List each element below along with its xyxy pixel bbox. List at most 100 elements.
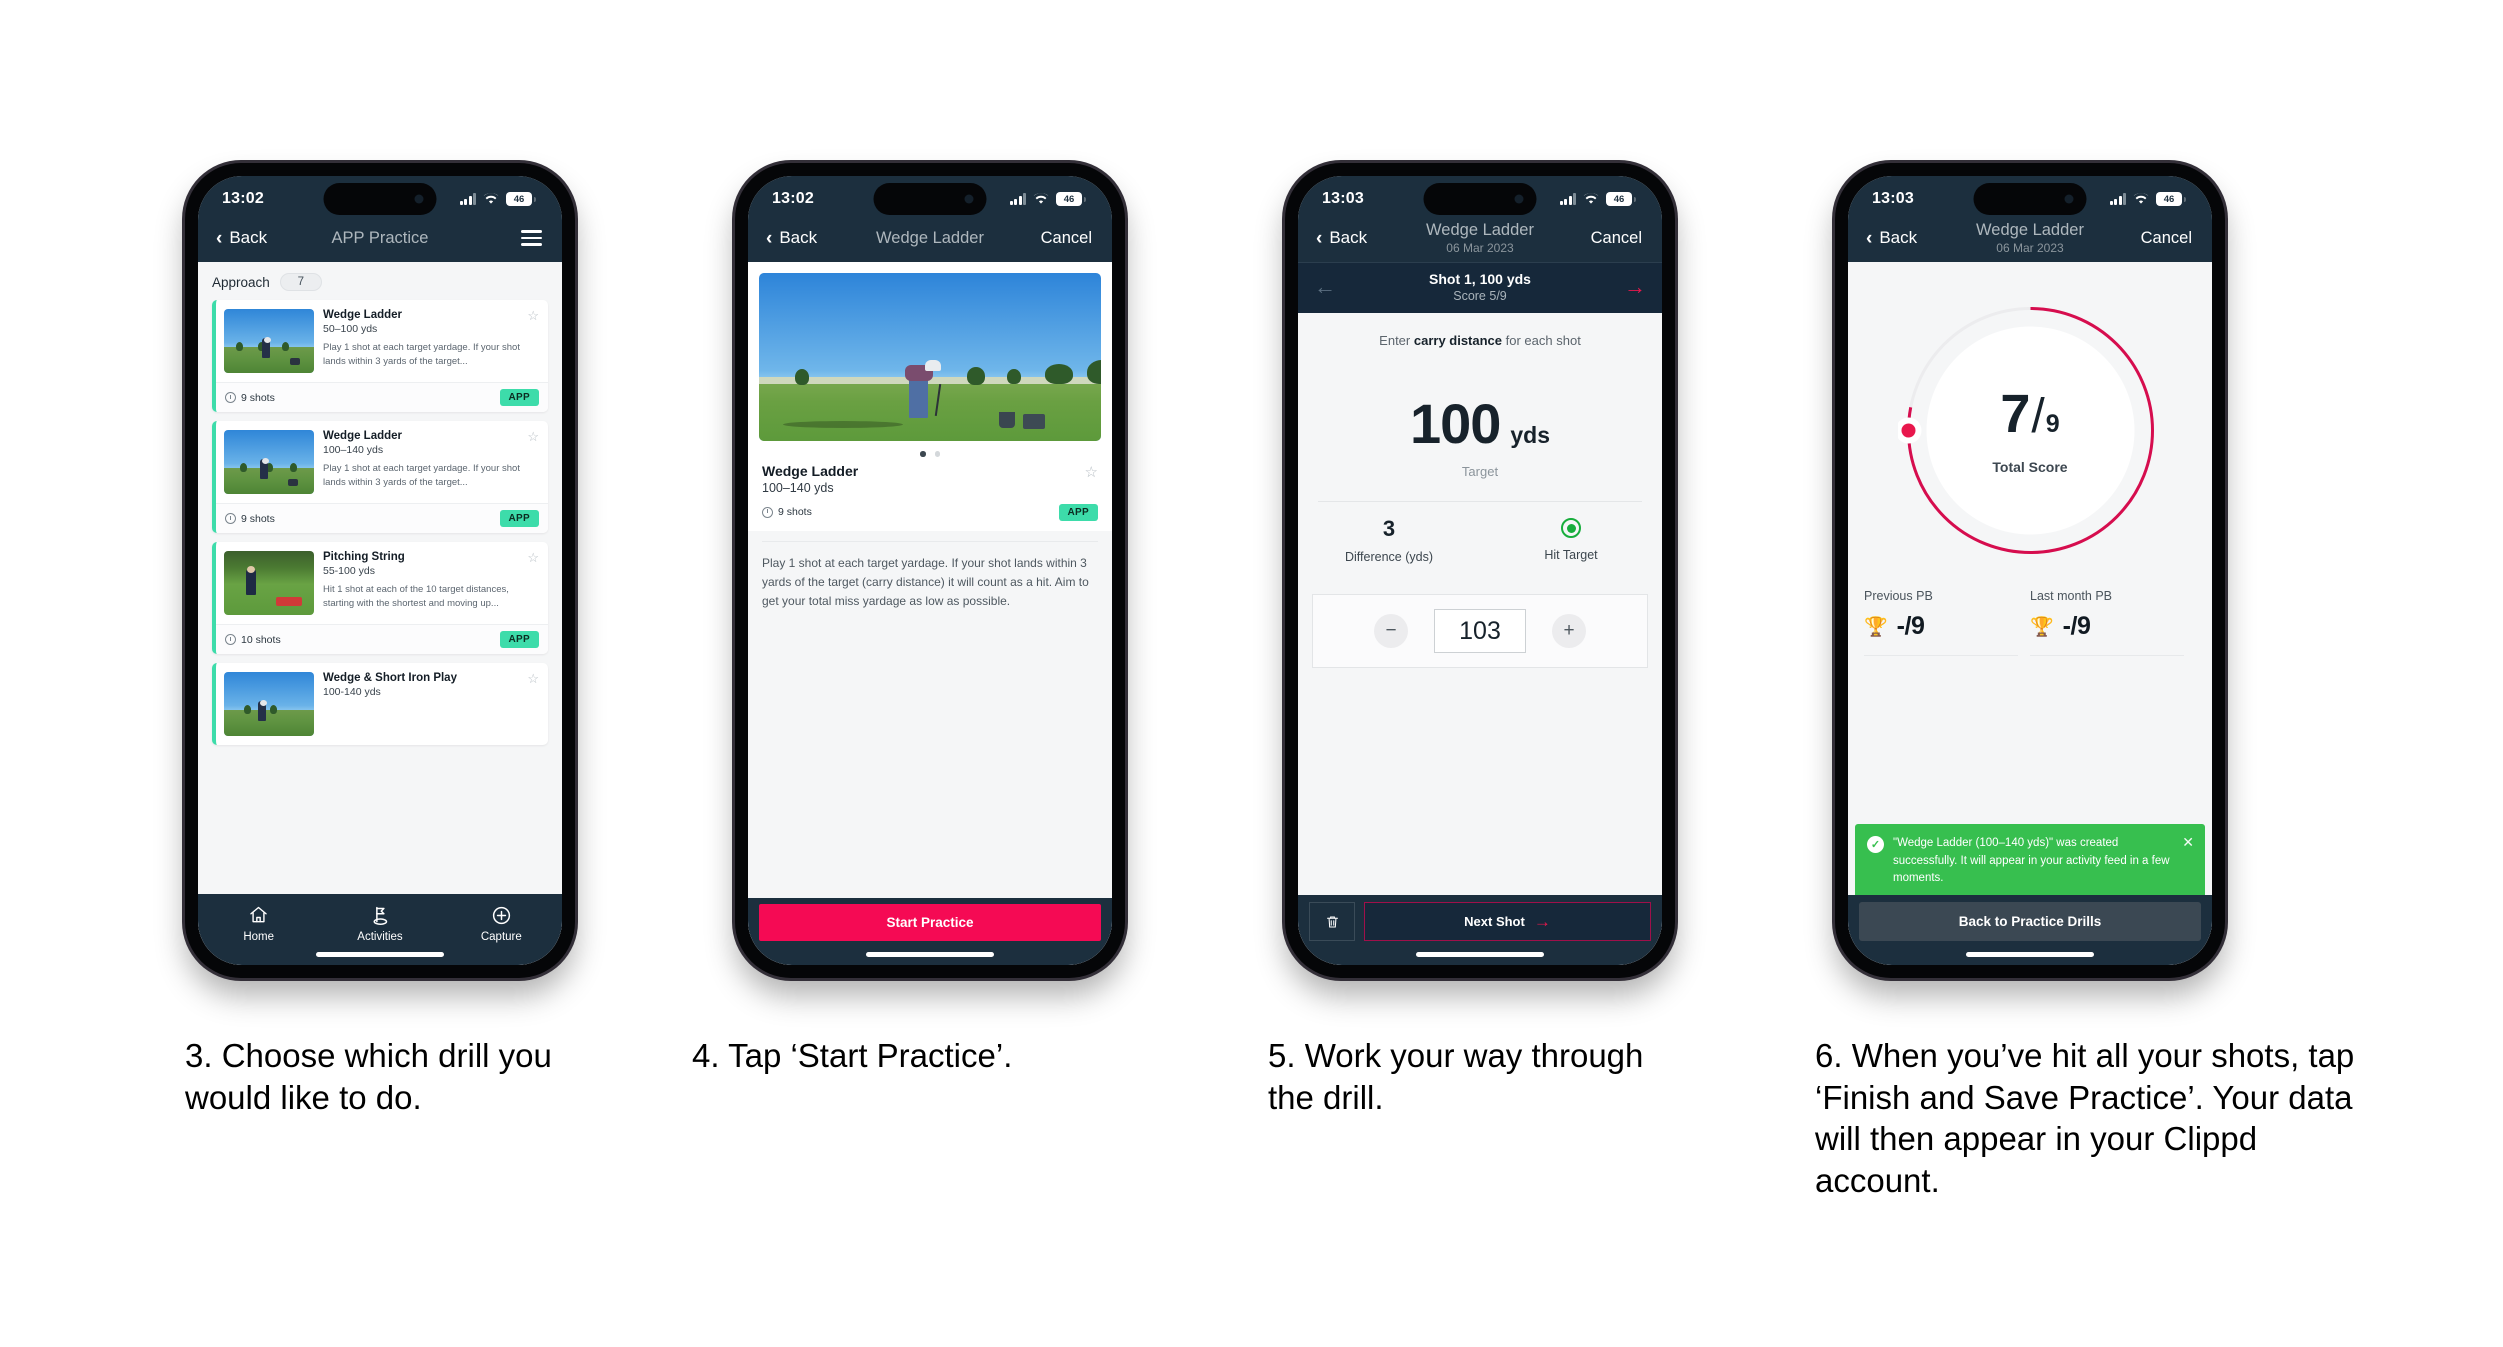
shots-count: 9 shots [225, 513, 275, 525]
list-item[interactable]: Wedge Ladder 100–140 yds Play 1 shot at … [212, 421, 548, 533]
cellular-signal-icon [1559, 193, 1576, 205]
drill-description: Play 1 shot at each target yardage. If y… [748, 541, 1112, 612]
shot-score: Score 5/9 [1453, 289, 1507, 303]
bottom-tab-bar: Home Activities Capture [198, 894, 562, 965]
score-fraction: 7 / 9 [2000, 387, 2059, 441]
back-to-practice-drills-button[interactable]: Back to Practice Drills [1859, 902, 2201, 941]
drill-range: 100–140 yds [762, 480, 834, 495]
status-time: 13:03 [1322, 190, 1364, 207]
category-filter[interactable]: Approach 7 [198, 262, 562, 300]
list-item[interactable]: Wedge Ladder 50–100 yds Play 1 shot at e… [212, 300, 548, 412]
next-shot-button[interactable]: Next Shot → [1364, 902, 1651, 941]
favourite-star-icon[interactable]: ☆ [527, 550, 539, 566]
pb-last-month: Last month PB 🏆 -/9 [2030, 589, 2196, 656]
status-bar: 13:02 46 [198, 176, 562, 222]
drill-thumbnail [224, 430, 314, 494]
close-icon[interactable]: ✕ [2182, 835, 2194, 887]
home-indicator [866, 952, 994, 957]
start-practice-button[interactable]: Start Practice [759, 904, 1101, 941]
favourite-star-icon[interactable]: ☆ [527, 429, 539, 445]
caption-step-5: 5. Work your way through the drill. [1268, 1037, 1644, 1116]
arrow-right-icon[interactable]: → [1612, 276, 1646, 298]
tab-activities-label: Activities [357, 931, 403, 943]
chevron-left-icon: ‹ [1316, 227, 1323, 249]
dot-active[interactable] [920, 451, 926, 457]
status-indicators: 46 [2109, 192, 2186, 206]
pb-previous: Previous PB 🏆 -/9 [1864, 589, 2030, 656]
status-badge: APP [499, 389, 539, 406]
trophy-icon: 🏆 [1864, 616, 1888, 638]
drill-list-body: Approach 7 Wedge Ladder 50–100 yds Play … [198, 262, 562, 965]
phone-drill-detail: 13:02 46 ‹ Back Wedge Ladder Cancel Wedg… [735, 163, 1125, 978]
battery-tip-icon [534, 196, 536, 202]
check-circle-icon: ✓ [1867, 836, 1884, 854]
favourite-star-icon[interactable]: ☆ [1085, 463, 1098, 481]
home-indicator [1966, 952, 2094, 957]
trash-icon[interactable] [1309, 902, 1355, 941]
status-bar: 13:03 46 [1848, 176, 2212, 222]
back-label: Back [229, 228, 268, 247]
status-bar: 13:03 46 [1298, 176, 1662, 222]
decrement-button[interactable]: − [1374, 614, 1408, 648]
back-button[interactable]: ‹ Back [216, 228, 267, 248]
list-item[interactable]: Pitching String 55-100 yds Hit 1 shot at… [212, 542, 548, 654]
drill-info: Wedge & Short Iron Play 100-140 yds ☆ [323, 671, 539, 736]
cellular-signal-icon [1009, 193, 1026, 205]
target-unit: yds [1510, 422, 1551, 448]
status-indicators: 46 [1559, 192, 1636, 206]
tab-activities[interactable]: Activities [319, 904, 440, 943]
status-bar: 13:02 46 [748, 176, 1112, 222]
favourite-star-icon[interactable]: ☆ [527, 671, 539, 687]
favourite-star-icon[interactable]: ☆ [527, 308, 539, 324]
cta-footer: Back to Practice Drills [1848, 895, 2212, 965]
back-button[interactable]: ‹ Back [766, 228, 817, 248]
carry-distance-input[interactable]: 103 [1434, 609, 1526, 653]
score-value: 7 [2000, 383, 2031, 444]
shot-navigator: ← Shot 1, 100 yds Score 5/9 → [1298, 262, 1662, 313]
shots-count: 10 shots [225, 634, 281, 646]
drill-range: 100–140 yds [323, 444, 384, 456]
drill-thumbnail [224, 551, 314, 615]
pb-value: -/9 [2062, 612, 2091, 640]
arrow-left-icon[interactable]: ← [1314, 276, 1348, 298]
drill-footer: 9 shots APP [216, 382, 548, 412]
shot-title: Shot 1, 100 yds [1429, 271, 1531, 287]
nav-bar: ‹ Back APP Practice [198, 222, 562, 262]
dot[interactable] [934, 451, 940, 457]
shots-count: 9 shots [225, 392, 275, 404]
phone-summary: 13:03 46 ‹ Back Wedge Ladder 06 Mar 2023… [1835, 163, 2225, 978]
dynamic-island [323, 183, 437, 215]
back-label: Back [1879, 228, 1918, 247]
screen: 13:03 46 ‹ Back Wedge Ladder 06 Mar 2023… [1298, 176, 1662, 965]
increment-button[interactable]: + [1552, 614, 1586, 648]
cancel-button[interactable]: Cancel [1041, 229, 1092, 248]
hamburger-icon[interactable] [521, 230, 542, 246]
drill-title: Wedge & Short Iron Play [323, 672, 457, 684]
status-time: 13:02 [772, 190, 814, 207]
toast-message: "Wedge Ladder (100–140 yds)" was created… [1893, 837, 2170, 884]
dynamic-island [873, 183, 987, 215]
cancel-button[interactable]: Cancel [1591, 229, 1642, 248]
list-item[interactable]: Wedge & Short Iron Play 100-140 yds ☆ [212, 663, 548, 745]
cancel-button[interactable]: Cancel [2141, 229, 2192, 248]
clock-icon [762, 506, 773, 518]
wifi-icon [1033, 193, 1049, 204]
back-button[interactable]: ‹ Back [1866, 228, 1917, 248]
wifi-icon [483, 193, 499, 204]
caption-step-3: 3. Choose which drill you would like to … [185, 1037, 552, 1116]
carousel-dots[interactable] [748, 441, 1112, 461]
drill-thumbnail [224, 309, 314, 373]
clock-icon [225, 634, 236, 645]
tab-capture[interactable]: Capture [441, 904, 562, 943]
status-time: 13:02 [222, 190, 264, 207]
drill-description: Play 1 shot at each target yardage. If y… [323, 342, 520, 367]
drill-title: Wedge Ladder [323, 309, 403, 321]
pb-label: Previous PB [1864, 589, 1933, 603]
divider [1318, 501, 1642, 502]
cellular-signal-icon [459, 193, 476, 205]
pb-value-row: 🏆 -/9 [1864, 612, 2018, 656]
back-button[interactable]: ‹ Back [1316, 228, 1367, 248]
tab-home[interactable]: Home [198, 904, 319, 943]
score-separator: / [2031, 389, 2045, 443]
target-hit-icon [1561, 518, 1581, 538]
